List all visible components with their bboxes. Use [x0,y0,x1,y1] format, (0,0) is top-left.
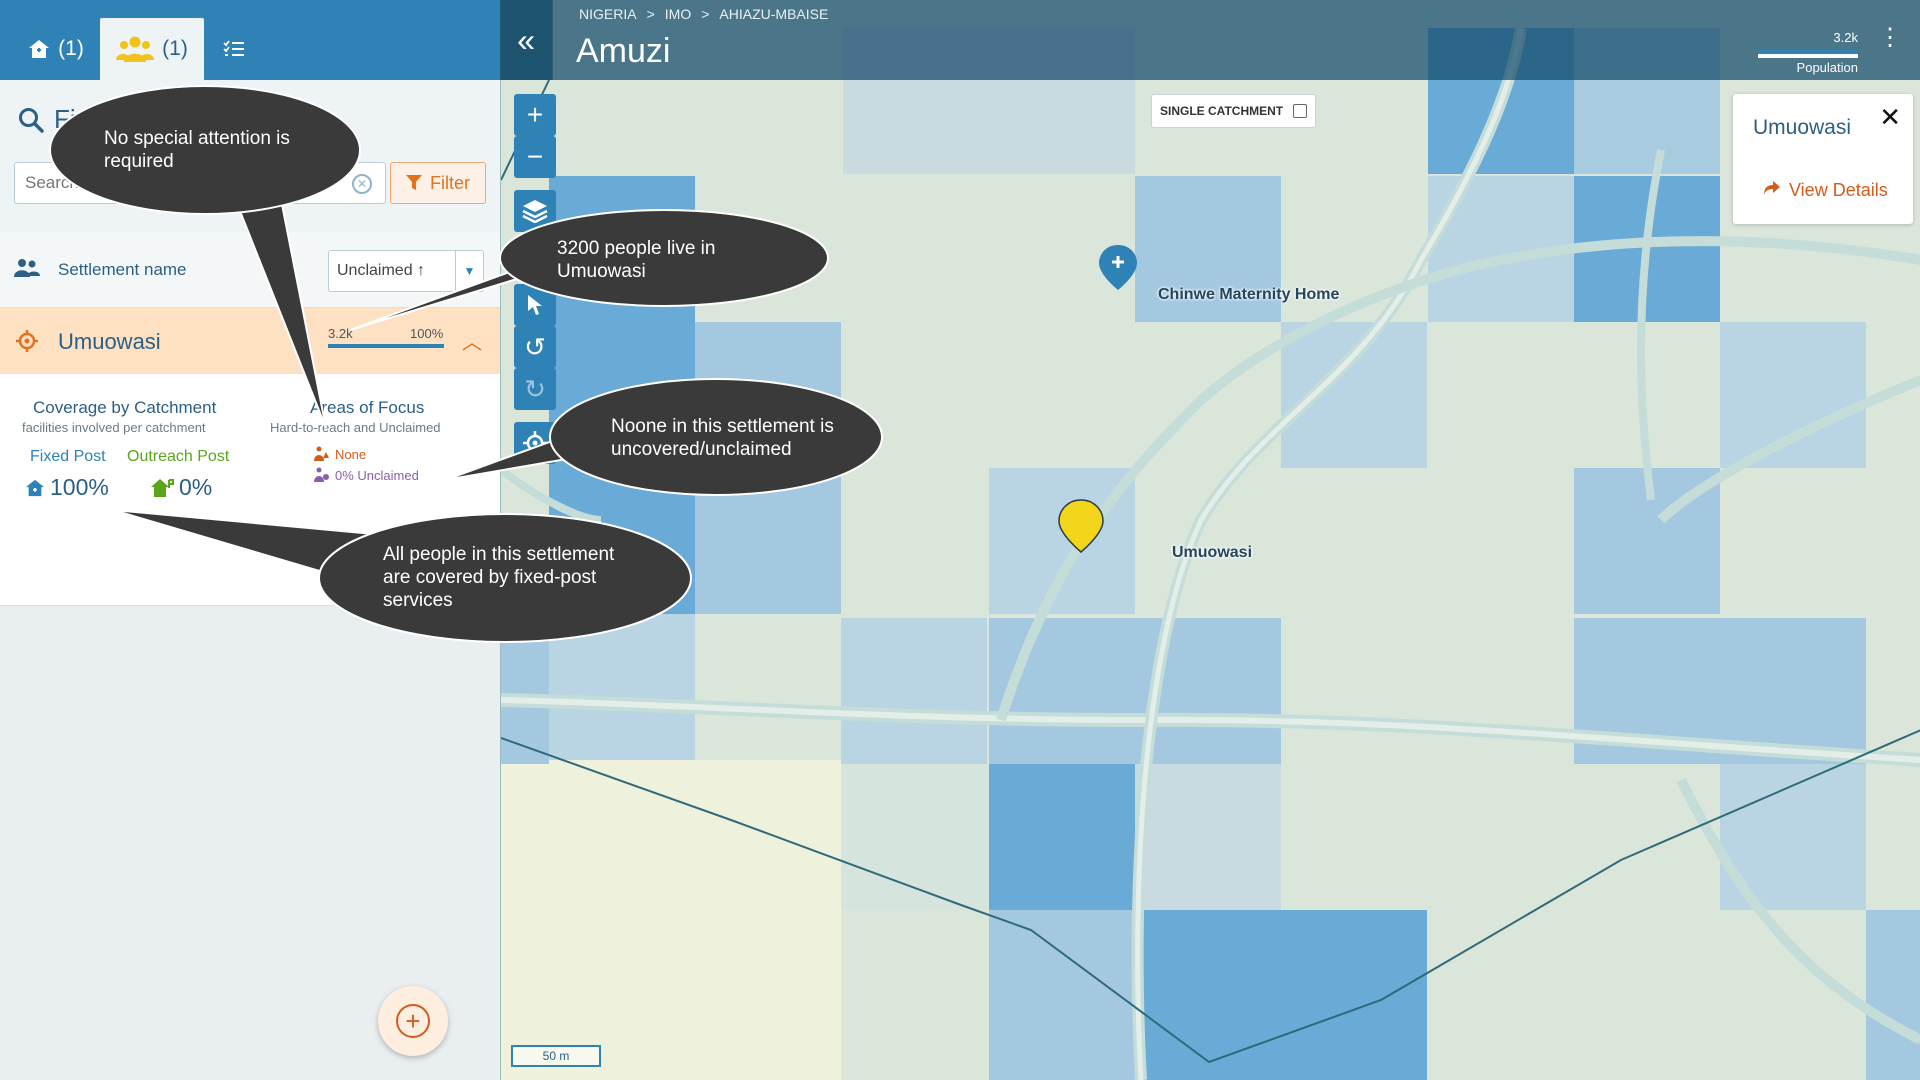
callout-population: 3200 people live in Umuowasi [557,238,716,282]
callout-attention: No special attention is required [104,128,290,172]
callout-covered: All people in this settlement are covere… [383,544,615,611]
callout-unclaimed: Noone in this settlement is uncovered/un… [611,416,834,460]
